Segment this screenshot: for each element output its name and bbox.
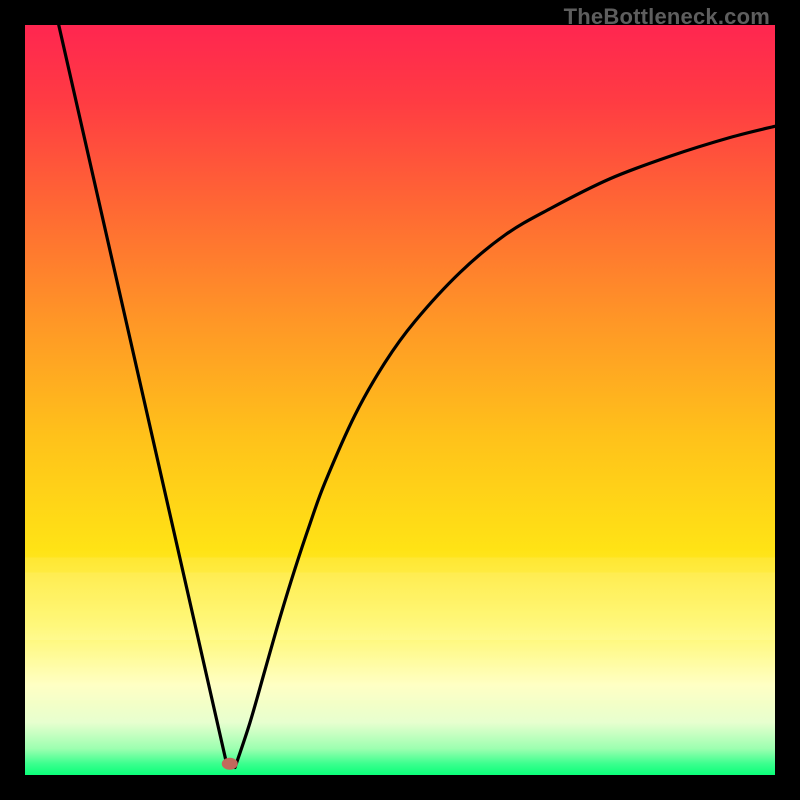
chart-svg xyxy=(25,25,775,775)
minimum-marker xyxy=(222,758,238,770)
highlight-bands xyxy=(25,558,775,701)
chart-frame xyxy=(25,25,775,775)
watermark-text: TheBottleneck.com xyxy=(564,4,770,30)
